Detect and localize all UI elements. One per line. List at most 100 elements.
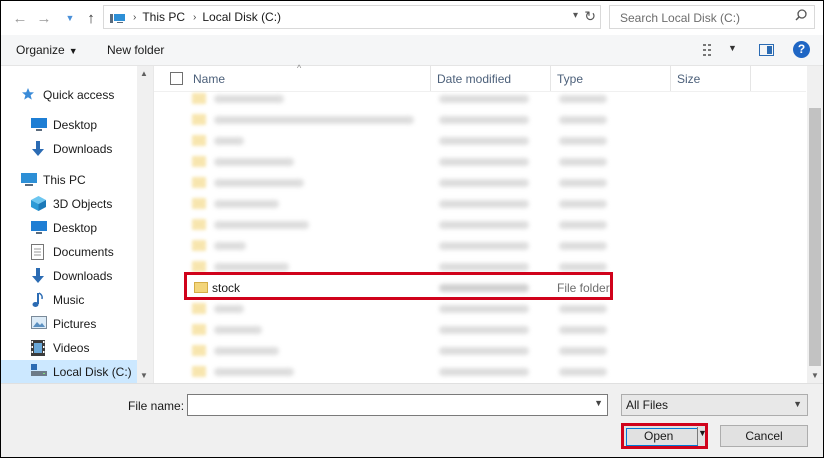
nav-item-desktop-2[interactable]: Desktop <box>31 217 97 239</box>
blurred-name <box>214 137 244 145</box>
forward-button[interactable]: → <box>34 8 54 28</box>
folder-icon <box>192 198 206 209</box>
folder-icon <box>192 261 206 272</box>
select-all-checkbox[interactable] <box>170 72 183 85</box>
download-icon <box>31 268 47 284</box>
column-header-date-modified[interactable]: Date modified <box>437 72 511 86</box>
list-item[interactable] <box>184 90 614 108</box>
folder-icon <box>192 114 206 125</box>
download-icon <box>31 141 47 157</box>
preview-pane-icon[interactable] <box>759 44 774 56</box>
list-item[interactable] <box>184 111 614 129</box>
cancel-button[interactable]: Cancel <box>720 425 808 447</box>
view-menu-chevron-icon[interactable]: ▼ <box>728 43 737 53</box>
blurred-date <box>439 158 529 166</box>
blurred-type <box>559 368 607 376</box>
nav-item-label: 3D Objects <box>53 197 113 211</box>
list-item[interactable] <box>184 321 614 339</box>
open-options-chevron-icon[interactable]: ▼ <box>698 428 707 438</box>
blurred-name <box>214 200 279 208</box>
breadcrumb-this-pc[interactable]: This PC <box>142 10 185 24</box>
blurred-date <box>439 179 529 187</box>
nav-item-quick-access[interactable]: Quick access <box>21 84 114 106</box>
column-divider[interactable] <box>430 66 431 91</box>
blurred-date <box>439 368 529 376</box>
list-item[interactable] <box>184 153 614 171</box>
back-button[interactable]: ← <box>10 8 30 28</box>
nav-item-label: Videos <box>53 341 90 355</box>
scroll-down-icon[interactable]: ▼ <box>140 371 148 380</box>
blurred-date <box>439 263 529 271</box>
column-divider[interactable] <box>670 66 671 91</box>
list-item[interactable] <box>184 342 614 360</box>
list-item[interactable] <box>184 174 614 192</box>
address-row: ← → ▼ ↑ › This PC › Local Disk (C:) ▾ ↻ … <box>1 1 823 35</box>
nav-item-pictures[interactable]: Pictures <box>31 313 96 335</box>
folder-icon <box>192 135 206 146</box>
help-icon[interactable]: ? <box>793 41 810 58</box>
filter-value: All Files <box>626 398 669 412</box>
nav-item-label: Documents <box>53 245 114 259</box>
blurred-type <box>559 137 607 145</box>
search-input[interactable]: Search Local Disk (C:) <box>609 5 815 29</box>
nav-item-label: Pictures <box>53 317 97 331</box>
address-history-chevron-icon[interactable]: ▾ <box>573 10 578 21</box>
nav-item-label: Desktop <box>53 221 98 235</box>
nav-item-documents[interactable]: Documents <box>31 241 114 263</box>
list-item[interactable] <box>184 195 614 213</box>
folder-icon <box>192 219 206 230</box>
nav-item-label: Music <box>53 293 85 307</box>
file-list-scrollbar[interactable]: ▼ <box>807 66 823 383</box>
column-header-name[interactable]: Name <box>193 72 225 86</box>
list-item[interactable] <box>184 216 614 234</box>
address-bar[interactable]: › This PC › Local Disk (C:) ▾ ↻ <box>103 5 601 29</box>
file-list: ^ Name Date modified Type Size stock Fil… <box>154 63 823 383</box>
blurred-date <box>439 137 529 145</box>
blurred-type <box>559 347 607 355</box>
search-icon[interactable] <box>795 9 807 24</box>
blurred-name <box>214 158 294 166</box>
navigation-pane: Quick access Desktop Downloads This PC 3… <box>1 66 154 383</box>
file-type-filter-select[interactable]: All Files ▼ <box>621 394 808 416</box>
column-header-size[interactable]: Size <box>677 72 700 86</box>
nav-item-downloads-2[interactable]: Downloads <box>31 265 112 287</box>
column-divider[interactable] <box>550 66 551 91</box>
open-label: Open <box>644 429 674 443</box>
list-item[interactable] <box>184 237 614 255</box>
nav-item-desktop[interactable]: Desktop <box>31 114 97 136</box>
breadcrumb-local-disk[interactable]: Local Disk (C:) <box>202 10 281 24</box>
nav-item-this-pc[interactable]: This PC <box>21 169 86 191</box>
nav-item-videos[interactable]: Videos <box>31 337 89 359</box>
navigation-scrollbar[interactable]: ▲ ▼ <box>137 66 153 383</box>
open-button[interactable]: Open ▼ <box>621 423 708 449</box>
nav-item-downloads[interactable]: Downloads <box>31 138 112 160</box>
blurred-type <box>559 326 607 334</box>
list-item[interactable] <box>184 363 614 381</box>
organize-button[interactable]: Organize ▼ <box>16 43 78 57</box>
up-button[interactable]: ↑ <box>81 8 101 28</box>
refresh-icon[interactable]: ↻ <box>584 8 596 25</box>
blurred-type <box>559 200 607 208</box>
blurred-name <box>214 116 414 124</box>
view-options-icon[interactable] <box>703 44 719 56</box>
recent-locations-button[interactable]: ▼ <box>60 8 80 28</box>
nav-item-music[interactable]: Music <box>31 289 84 311</box>
column-header-type[interactable]: Type <box>557 72 583 86</box>
list-item[interactable] <box>184 132 614 150</box>
new-folder-button[interactable]: New folder <box>107 43 164 57</box>
column-divider[interactable] <box>750 66 751 91</box>
nav-item-local-disk[interactable]: Local Disk (C:) <box>1 360 137 383</box>
star-icon <box>21 87 37 103</box>
search-placeholder: Search Local Disk (C:) <box>620 11 741 25</box>
scroll-up-icon[interactable]: ▲ <box>140 69 148 78</box>
scrollbar-thumb[interactable] <box>809 108 821 366</box>
file-name-input[interactable]: ▼ <box>187 394 608 416</box>
chevron-down-icon[interactable]: ▼ <box>594 398 603 408</box>
dialog-footer: File name: ▼ All Files ▼ Open ▼ Cancel <box>1 383 823 457</box>
file-name-label: File name: <box>128 399 185 413</box>
nav-item-3d-objects[interactable]: 3D Objects <box>31 193 112 215</box>
scroll-down-icon[interactable]: ▼ <box>811 371 819 380</box>
blurred-name <box>214 263 289 271</box>
list-item[interactable] <box>184 300 614 318</box>
video-icon <box>31 340 47 356</box>
